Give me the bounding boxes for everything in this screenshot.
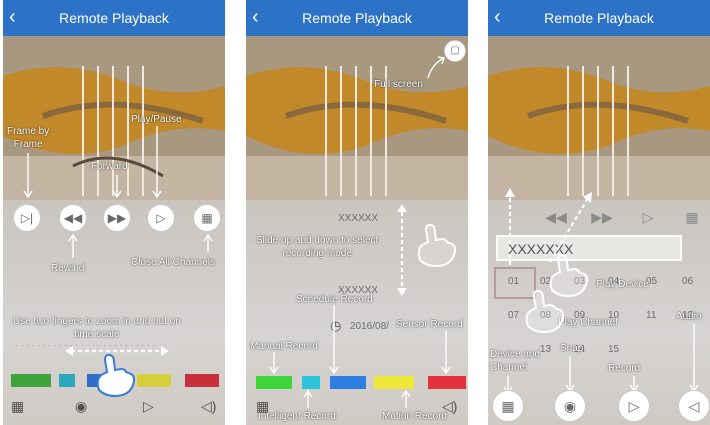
annotation-arrows xyxy=(269,56,451,408)
panel-recording-modes: ‹ Remote Playback ▢ Full screen XXXXXX S… xyxy=(246,0,468,425)
volume-icon[interactable]: ◁) xyxy=(201,398,216,414)
panel-device-channel: ‹ Remote Playback ◀◀ ▶▶ ▷ ▦ XXXXXXX 01 0… xyxy=(488,0,710,425)
rewind-button[interactable]: ◀◀ xyxy=(59,204,87,232)
annotation-intelligent-record: Intelligent Record xyxy=(258,411,336,422)
frame-by-frame-button[interactable]: ▷| xyxy=(13,204,41,232)
motion-record-bar xyxy=(137,374,171,387)
sensor-record-bar xyxy=(185,374,219,387)
manual-record-bar xyxy=(11,374,51,387)
sensor-record-bar[interactable] xyxy=(428,376,466,389)
close-all-channels-button[interactable]: ▦ xyxy=(193,204,221,232)
grid-icon[interactable]: ▦ xyxy=(11,398,24,414)
time-scale[interactable]: · · · · · · · · · · · · · · · · · · · · … xyxy=(15,340,155,350)
motion-record-bar[interactable] xyxy=(374,376,414,389)
annotation-motion-record: Motion Record xyxy=(382,411,448,422)
record-icon[interactable]: ▷ xyxy=(143,398,154,414)
forward-button[interactable]: ▶▶ xyxy=(103,204,131,232)
volume-icon[interactable]: ◁) xyxy=(442,398,457,414)
record-button[interactable]: ▷ xyxy=(618,390,650,422)
hand-gesture-icon xyxy=(96,353,136,398)
manual-record-bar[interactable] xyxy=(256,376,292,389)
intelligent-record-bar[interactable] xyxy=(302,376,320,389)
schedule-record-bar[interactable] xyxy=(330,376,366,389)
grid-icon[interactable]: ▦ xyxy=(256,398,269,414)
audio-button[interactable]: ◁ xyxy=(678,390,710,422)
snap-button[interactable]: ◉ xyxy=(554,390,586,422)
intelligent-record-bar xyxy=(59,374,75,387)
camera-icon[interactable]: ◉ xyxy=(75,398,87,414)
panel-playback-controls: ‹ Remote Playback Frame by Frame Play/Pa… xyxy=(3,0,225,425)
play-pause-button[interactable]: ▷ xyxy=(147,204,175,232)
annotation-arrows xyxy=(503,188,699,395)
hand-gesture-icon xyxy=(525,289,565,334)
hand-gesture-icon xyxy=(417,223,457,268)
device-channel-button[interactable]: ▦ xyxy=(492,390,524,422)
